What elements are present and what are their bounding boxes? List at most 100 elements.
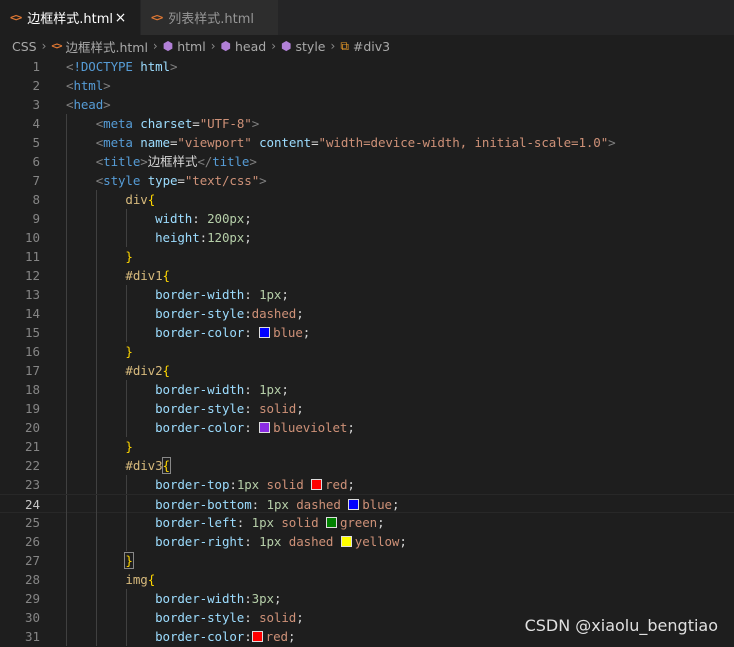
- code-token: border-color: [155, 629, 245, 644]
- code-token: :: [244, 534, 260, 549]
- line-number: 20: [24, 420, 40, 435]
- code-text: border-style: solid;: [66, 608, 304, 627]
- code-text: #div1{: [66, 266, 170, 285]
- code-token: ;: [273, 591, 282, 606]
- line-number: 4: [32, 116, 40, 131]
- element-cube-icon: ⬢: [281, 39, 292, 53]
- code-line[interactable]: 28 img{: [0, 570, 734, 589]
- code-line[interactable]: 17 #div2{: [0, 361, 734, 380]
- breadcrumb: CSS › <> 边框样式.html › ⬢ html › ⬢ head › ⬢ sty…: [0, 35, 734, 57]
- code-token: blue: [273, 325, 303, 340]
- code-line[interactable]: 10 height:120px;: [0, 228, 734, 247]
- code-line[interactable]: 25 border-left: 1px solid green;: [0, 513, 734, 532]
- code-line[interactable]: 7 <style type="text/css">: [0, 171, 734, 190]
- code-line[interactable]: 12 #div1{: [0, 266, 734, 285]
- code-text: border-width: 1px;: [66, 285, 289, 304]
- code-token: !DOCTYPE: [73, 59, 133, 74]
- line-number: 14: [24, 306, 40, 321]
- code-line[interactable]: 15 border-color: blue;: [0, 323, 734, 342]
- code-token: >: [608, 135, 616, 150]
- code-line[interactable]: 26 border-right: 1px dashed yellow;: [0, 532, 734, 551]
- code-token: }: [125, 249, 133, 264]
- code-line[interactable]: 22 #div3{: [0, 456, 734, 475]
- code-token: border-right: [155, 534, 245, 549]
- line-number: 1: [32, 59, 40, 74]
- code-token: border-top: [155, 477, 230, 492]
- code-line[interactable]: 23 border-top:1px solid red;: [0, 475, 734, 494]
- close-icon[interactable]: ×: [113, 10, 128, 26]
- code-line[interactable]: 29 border-width:3px;: [0, 589, 734, 608]
- code-line[interactable]: 6 <title>边框样式</title>: [0, 152, 734, 171]
- code-token: :: [244, 382, 260, 397]
- color-swatch[interactable]: [251, 631, 263, 642]
- code-line[interactable]: 5 <meta name="viewport" content="width=d…: [0, 133, 734, 152]
- color-swatch[interactable]: [340, 536, 352, 547]
- breadcrumb-item-html[interactable]: ⬢ html: [163, 39, 206, 54]
- code-token: :: [244, 591, 252, 606]
- code-line[interactable]: 11 }: [0, 247, 734, 266]
- code-token: 边框样式: [147, 154, 198, 169]
- code-token: dashed: [251, 306, 297, 321]
- code-line[interactable]: 3 <head>: [0, 95, 734, 114]
- code-text: img{: [66, 570, 155, 589]
- code-token: "UTF-8": [199, 116, 252, 131]
- breadcrumb-item-style[interactable]: ⬢ style: [281, 39, 325, 54]
- code-token: =: [192, 116, 200, 131]
- code-line[interactable]: 20 border-color: blueviolet;: [0, 418, 734, 437]
- code-line[interactable]: 19 border-style: solid;: [0, 399, 734, 418]
- code-line[interactable]: 9 width: 200px;: [0, 209, 734, 228]
- code-text: border-style:dashed;: [66, 304, 304, 323]
- breadcrumb-item-folder[interactable]: CSS: [12, 39, 37, 54]
- code-token: charset: [140, 116, 193, 131]
- code-token: style: [103, 173, 141, 188]
- code-token: >: [103, 78, 111, 93]
- color-swatch[interactable]: [325, 517, 337, 528]
- line-number: 8: [32, 192, 40, 207]
- code-line[interactable]: 4 <meta charset="UTF-8">: [0, 114, 734, 133]
- tab-list-styles[interactable]: <> 列表样式.html: [141, 0, 279, 35]
- color-swatch[interactable]: [311, 479, 323, 490]
- code-text: border-style: solid;: [66, 399, 304, 418]
- code-line[interactable]: 8 div{: [0, 190, 734, 209]
- line-number: 15: [24, 325, 40, 340]
- code-text: border-width:3px;: [66, 589, 281, 608]
- css-selector-icon: ⧉: [340, 38, 349, 53]
- tab-border-styles[interactable]: <> 边框样式.html ×: [0, 0, 141, 35]
- line-number: 27: [24, 553, 40, 568]
- color-swatch[interactable]: [259, 422, 271, 433]
- code-line[interactable]: 2 <html>: [0, 76, 734, 95]
- code-token: blue: [362, 497, 392, 512]
- code-line[interactable]: 1 <!DOCTYPE html>: [0, 57, 734, 76]
- code-text: border-color: blueviolet;: [66, 418, 355, 437]
- code-line[interactable]: 18 border-width: 1px;: [0, 380, 734, 399]
- code-token: green: [339, 515, 378, 530]
- code-token: 1px: [266, 497, 289, 512]
- breadcrumb-item-selector[interactable]: ⧉ #div3: [340, 39, 390, 54]
- code-token: 1px: [259, 382, 282, 397]
- line-number: 23: [24, 477, 40, 492]
- code-line[interactable]: 24 border-bottom: 1px dashed blue;: [0, 494, 734, 514]
- color-swatch[interactable]: [259, 327, 271, 338]
- breadcrumb-label: 边框样式.html: [65, 39, 148, 55]
- code-line[interactable]: 21 }: [0, 437, 734, 456]
- code-token: :: [236, 515, 252, 530]
- breadcrumb-item-file[interactable]: <> 边框样式.html: [51, 37, 148, 56]
- code-line[interactable]: 13 border-width: 1px;: [0, 285, 734, 304]
- code-editor[interactable]: 1 <!DOCTYPE html> 2 <html> 3 <head> 4 <meta ch…: [0, 57, 734, 647]
- code-token: border-color: [155, 325, 245, 340]
- code-line[interactable]: 14 border-style:dashed;: [0, 304, 734, 323]
- line-number: 28: [24, 572, 40, 587]
- color-swatch[interactable]: [348, 499, 360, 510]
- code-text: border-right: 1px dashed yellow;: [66, 532, 407, 551]
- breadcrumb-item-head[interactable]: ⬢ head: [221, 39, 267, 54]
- code-line[interactable]: 16 }: [0, 342, 734, 361]
- code-token: 1px: [259, 287, 282, 302]
- code-line[interactable]: 27 }: [0, 551, 734, 570]
